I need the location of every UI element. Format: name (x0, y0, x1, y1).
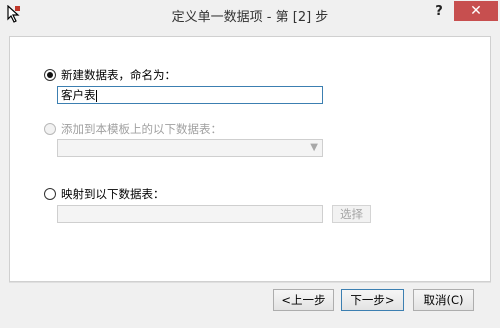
map-to-table-option[interactable]: 映射到以下数据表： (44, 186, 165, 202)
select-table-button[interactable]: 选择 (332, 205, 371, 223)
template-table-select[interactable]: ▼ (57, 139, 323, 157)
frame-bottom (0, 320, 500, 328)
add-to-template-option[interactable]: 添加到本模板上的以下数据表： (44, 121, 222, 137)
add-to-template-radio[interactable] (44, 123, 56, 135)
add-to-template-label: 添加到本模板上的以下数据表： (61, 122, 222, 136)
text-caret (95, 89, 97, 102)
new-table-name-value: 客户表 (61, 88, 96, 102)
frame-right (491, 36, 500, 328)
map-to-table-radio[interactable] (44, 188, 56, 200)
dialog-window: 定义单一数据项 - 第 [2] 步 ? ✕ 新建数据表，命名为： 客户表 添加到… (0, 0, 500, 328)
next-step-button[interactable]: 下一步> (341, 289, 404, 311)
chevron-down-icon: ▼ (310, 142, 318, 153)
new-table-name-input[interactable]: 客户表 (57, 86, 323, 104)
new-table-option[interactable]: 新建数据表，命名为： (44, 67, 176, 83)
frame-top (0, 28, 500, 36)
help-button[interactable]: ? (430, 3, 448, 21)
prev-step-button[interactable]: <上一步 (273, 289, 334, 311)
dialog-title: 定义单一数据项 - 第 [2] 步 (171, 10, 329, 25)
title-bar[interactable]: 定义单一数据项 - 第 [2] 步 ? ✕ (0, 0, 500, 28)
new-table-label: 新建数据表，命名为： (61, 68, 176, 82)
frame-left (0, 36, 9, 328)
close-button[interactable]: ✕ (454, 1, 498, 21)
map-to-table-label: 映射到以下数据表： (61, 187, 165, 201)
map-table-input[interactable] (57, 205, 323, 223)
new-table-radio[interactable] (44, 69, 56, 81)
cancel-button[interactable]: 取消(C) (413, 289, 474, 311)
